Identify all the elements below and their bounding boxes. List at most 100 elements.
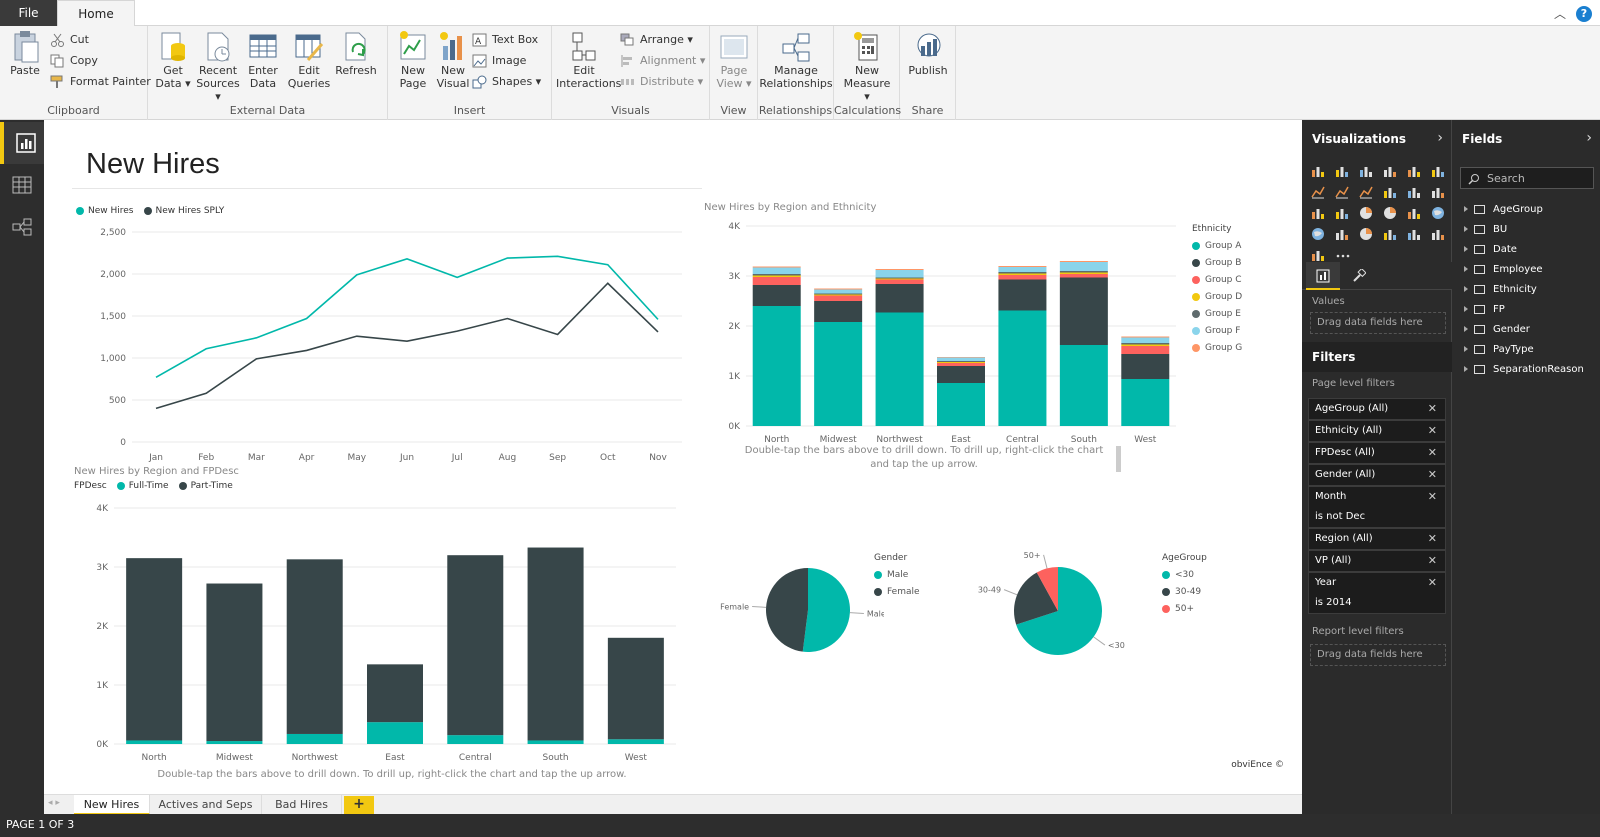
viz-waterfall-icon[interactable] [1308, 204, 1328, 222]
viz-stacked-column-icon[interactable] [1332, 162, 1352, 180]
legend-item-group-f[interactable]: Group F [1192, 322, 1242, 339]
viz-multirow-card-icon[interactable] [1404, 225, 1424, 243]
viz-gauge-icon[interactable] [1356, 225, 1376, 243]
filter-card[interactable]: FPDesc (All) ✕ [1308, 442, 1446, 464]
legend-item-full-time[interactable]: Full-Time [116, 481, 169, 491]
refresh-button[interactable]: Refresh [333, 30, 379, 77]
clear-filter-icon[interactable]: ✕ [1428, 529, 1437, 549]
copy-button[interactable]: Copy [50, 52, 98, 70]
legend-item-group-b[interactable]: Group B [1192, 254, 1242, 271]
manage-relationships-button[interactable]: Manage Relationships [758, 30, 834, 90]
viz-clustered-bar-icon[interactable] [1356, 162, 1376, 180]
clear-filter-icon[interactable]: ✕ [1428, 421, 1437, 441]
filter-card[interactable]: VP (All) ✕ [1308, 550, 1446, 572]
legend-item-part-time[interactable]: Part-Time [178, 481, 233, 491]
viz-scatter-icon[interactable] [1332, 204, 1352, 222]
legend-item-new-hires[interactable]: New Hires [76, 206, 134, 216]
edit-interactions-button[interactable]: Edit Interactions [556, 30, 621, 90]
arrange-button[interactable]: Arrange ▾ [620, 31, 693, 49]
legend-item-group-a[interactable]: Group A [1192, 237, 1242, 254]
viz-line-icon[interactable] [1308, 183, 1328, 201]
field-table-separationreason[interactable]: SeparationReason [1464, 360, 1584, 380]
viz-kpi-icon[interactable] [1428, 225, 1448, 243]
page-scroll-arrows-icon[interactable]: ◂ ▸ [48, 798, 60, 808]
legend-item-group-g[interactable]: Group G [1192, 339, 1242, 356]
filter-card[interactable]: Gender (All) ✕ [1308, 464, 1446, 486]
viz-clustered-column-icon[interactable] [1380, 162, 1400, 180]
viz-100-column-icon[interactable] [1428, 162, 1448, 180]
expand-chevron-icon[interactable] [1464, 326, 1468, 332]
field-table-agegroup[interactable]: AgeGroup [1464, 200, 1543, 220]
legend-item-new-hires-sply[interactable]: New Hires SPLY [143, 206, 224, 216]
legend-item-male[interactable]: Male [874, 566, 920, 583]
relationship-view-button[interactable] [0, 206, 44, 248]
new-measure-button[interactable]: New Measure ▾ [842, 30, 892, 103]
expand-chevron-icon[interactable] [1464, 206, 1468, 212]
expand-chevron-icon[interactable] [1464, 306, 1468, 312]
field-table-date[interactable]: Date [1464, 240, 1517, 260]
shapes-button[interactable]: Shapes ▾ [472, 73, 541, 91]
legend-item--30[interactable]: <30 [1162, 566, 1207, 583]
viz-map-icon[interactable] [1428, 204, 1448, 222]
legend-item-50-[interactable]: 50+ [1162, 600, 1207, 617]
viz-area-icon[interactable] [1332, 183, 1352, 201]
viz-line-clustered-icon[interactable] [1404, 183, 1424, 201]
legend-item-group-d[interactable]: Group D [1192, 288, 1242, 305]
clear-filter-icon[interactable]: ✕ [1428, 487, 1437, 507]
legend-item-group-c[interactable]: Group C [1192, 271, 1242, 288]
viz-card-icon[interactable] [1380, 225, 1400, 243]
data-view-button[interactable] [0, 164, 44, 206]
page-tab-bad-hires[interactable]: Bad Hires [262, 795, 342, 815]
filter-card[interactable]: Year ✕ is 2014 [1308, 572, 1446, 614]
viz-funnel-icon[interactable] [1332, 225, 1352, 243]
expand-chevron-icon[interactable] [1464, 286, 1468, 292]
viz-donut-icon[interactable] [1380, 204, 1400, 222]
clear-filter-icon[interactable]: ✕ [1428, 551, 1437, 571]
expand-chevron-icon[interactable] [1464, 366, 1468, 372]
collapse-fields-icon[interactable]: › [1586, 130, 1592, 146]
filter-card[interactable]: Region (All) ✕ [1308, 528, 1446, 550]
alignment-button[interactable]: Alignment ▾ [620, 52, 705, 70]
image-button[interactable]: Image [472, 52, 526, 70]
viz-stacked-bar-icon[interactable] [1308, 162, 1328, 180]
clear-filter-icon[interactable]: ✕ [1428, 443, 1437, 463]
add-page-button[interactable]: + [344, 796, 374, 814]
format-tab[interactable] [1342, 262, 1376, 290]
tab-file[interactable]: File [0, 0, 57, 26]
text-box-button[interactable]: A Text Box [472, 31, 538, 49]
report-filters-drop-well[interactable]: Drag data fields here [1310, 644, 1446, 666]
clear-filter-icon[interactable]: ✕ [1428, 465, 1437, 485]
fpdesc-bar-visual[interactable]: New Hires by Region and FPDesc FPDesc Fu… [72, 466, 702, 786]
collapse-visualizations-icon[interactable]: › [1437, 130, 1443, 146]
field-table-employee[interactable]: Employee [1464, 260, 1543, 280]
format-painter-button[interactable]: Format Painter [50, 73, 151, 91]
expand-chevron-icon[interactable] [1464, 346, 1468, 352]
values-drop-well[interactable]: Drag data fields here [1310, 312, 1446, 334]
viz-ribbon-icon[interactable] [1428, 183, 1448, 201]
expand-chevron-icon[interactable] [1464, 246, 1468, 252]
gender-pie-visual[interactable]: Male Female Gender Male Female [704, 545, 954, 675]
filter-card[interactable]: Month ✕ is not Dec [1308, 486, 1446, 528]
viz-treemap-icon[interactable] [1404, 204, 1424, 222]
field-table-gender[interactable]: Gender [1464, 320, 1530, 340]
fields-well-tab[interactable] [1306, 262, 1340, 290]
collapse-ribbon-icon[interactable]: ︿ [1554, 5, 1566, 22]
publish-button[interactable]: Publish [905, 30, 951, 77]
legend-item-30-49[interactable]: 30-49 [1162, 583, 1207, 600]
cut-button[interactable]: Cut [50, 31, 89, 49]
distribute-button[interactable]: Distribute ▾ [620, 73, 703, 91]
ethnicity-bar-visual[interactable]: New Hires by Region and Ethnicity 0K 1K 2K… [704, 200, 1294, 600]
viz-stacked-area-icon[interactable] [1356, 183, 1376, 201]
edit-queries-button[interactable]: Edit Queries [286, 30, 332, 90]
page-tab-actives-and-seps[interactable]: Actives and Seps [150, 795, 262, 815]
field-table-fp[interactable]: FP [1464, 300, 1505, 320]
legend-item-female[interactable]: Female [874, 583, 920, 600]
field-table-paytype[interactable]: PayType [1464, 340, 1534, 360]
drill-up-arrow-icon[interactable] [1116, 446, 1121, 472]
enter-data-button[interactable]: Enter Data [240, 30, 286, 90]
report-view-button[interactable] [0, 122, 44, 164]
viz-filled-map-icon[interactable] [1308, 225, 1328, 243]
legend-item-group-e[interactable]: Group E [1192, 305, 1242, 322]
tab-home[interactable]: Home [57, 0, 135, 27]
field-table-bu[interactable]: BU [1464, 220, 1507, 240]
